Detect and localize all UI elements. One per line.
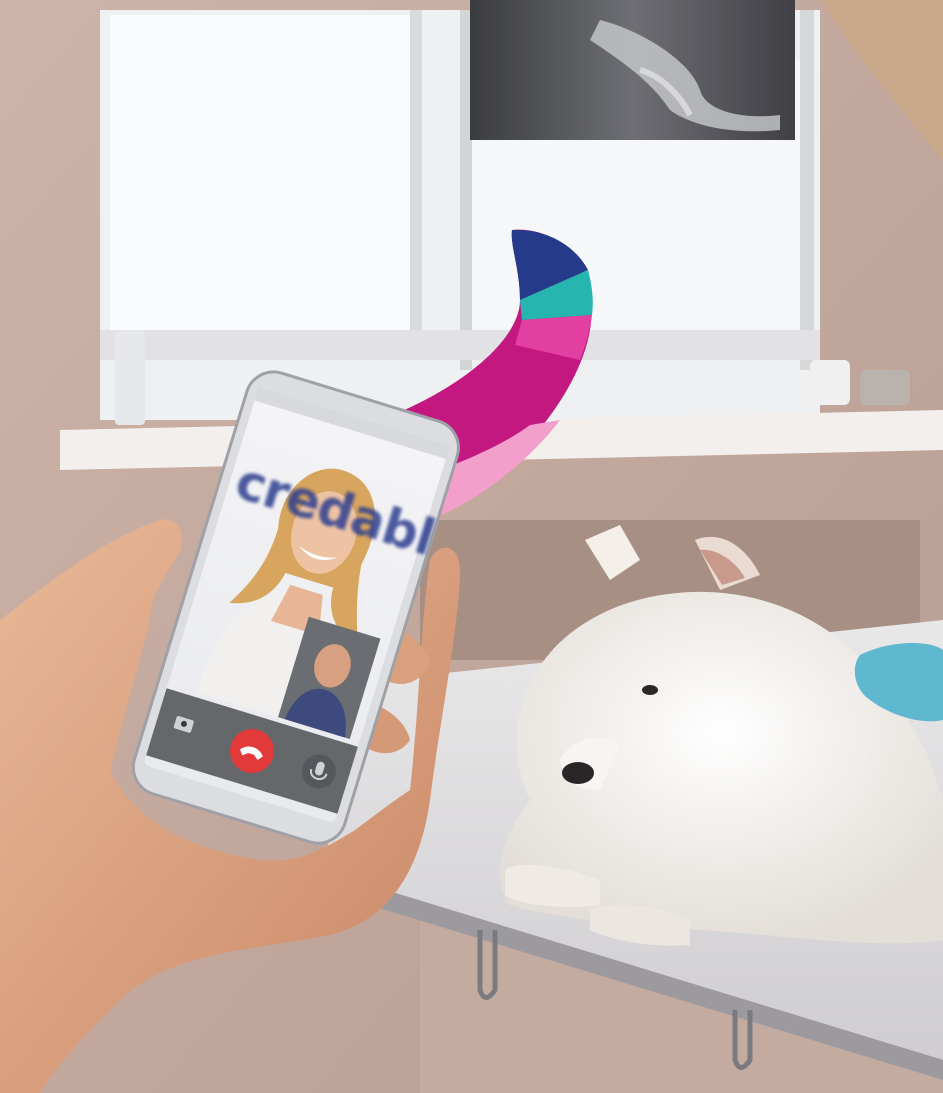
scene-illustration — [0, 0, 943, 1093]
x-ray-film — [470, 0, 795, 140]
photo-scene: credabl — [0, 0, 943, 1093]
jar — [115, 330, 145, 425]
